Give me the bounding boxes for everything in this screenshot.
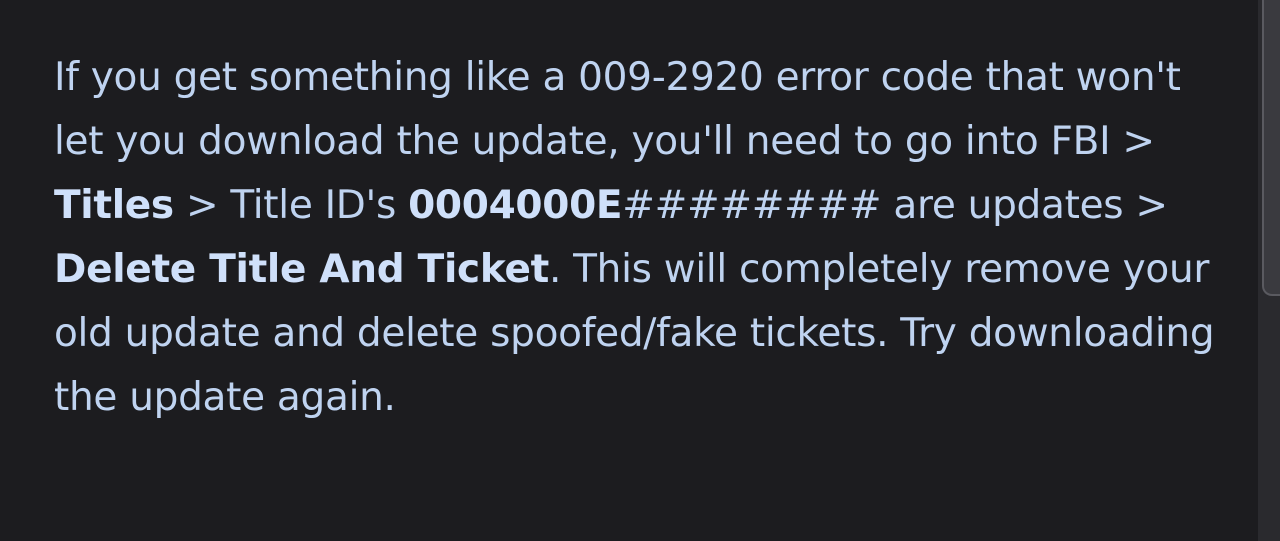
text-segment: If you get something like a 009-2920 err…: [54, 55, 1181, 164]
scrollbar[interactable]: [1258, 0, 1280, 541]
screen: If you get something like a 009-2920 err…: [0, 0, 1280, 541]
bold-text-segment: 0004000E: [408, 183, 623, 228]
bold-text-segment: Delete Title And Ticket: [54, 247, 549, 292]
bold-text-segment: Titles: [54, 183, 174, 228]
text-segment: ######## are updates >: [622, 183, 1168, 228]
post-body-text: If you get something like a 009-2920 err…: [54, 46, 1224, 430]
scrollbar-thumb[interactable]: [1262, 0, 1280, 296]
text-segment: > Title ID's: [173, 183, 409, 228]
